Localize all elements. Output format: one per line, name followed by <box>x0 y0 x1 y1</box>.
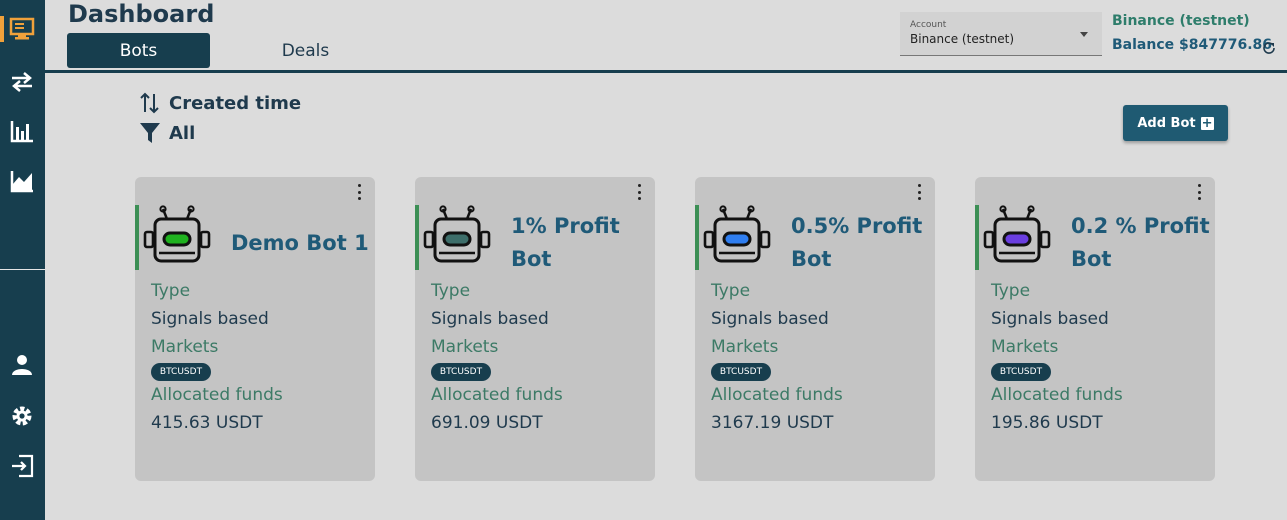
tab-bots[interactable]: Bots <box>67 33 210 68</box>
bar-chart-icon[interactable] <box>8 117 36 145</box>
tab-deals[interactable]: Deals <box>234 33 377 68</box>
logout-icon[interactable] <box>8 452 36 480</box>
page-title: Dashboard <box>68 0 215 28</box>
more-vert-icon[interactable] <box>1193 184 1205 200</box>
bot-name: 0.5% Profit Bot <box>791 214 923 271</box>
robot-icon <box>143 205 211 263</box>
bot-name: 0.2 % Profit Bot <box>1071 214 1210 271</box>
transfer-icon[interactable] <box>8 67 36 95</box>
user-icon[interactable] <box>8 351 36 379</box>
funds-label: Allocated funds <box>711 385 843 405</box>
bot-card[interactable]: 0.5% Profit Bot Type Signals based Marke… <box>695 177 935 481</box>
card-accent <box>975 205 979 270</box>
sort-label: Created time <box>169 92 302 114</box>
funds-value: 3167.19 USDT <box>711 413 834 433</box>
market-badge: BTCUSDT <box>431 363 491 381</box>
market-badge: BTCUSDT <box>151 363 211 381</box>
funds-value: 195.86 USDT <box>991 413 1103 433</box>
markets-label: Markets <box>991 337 1059 357</box>
sort-control[interactable]: Created time <box>139 91 301 115</box>
funds-label: Allocated funds <box>431 385 563 405</box>
filter-control[interactable]: All <box>139 121 195 145</box>
add-bot-label: Add Bot <box>1137 115 1196 131</box>
exchange-name: Binance (testnet) <box>1112 13 1250 29</box>
area-chart-icon[interactable] <box>8 167 36 195</box>
filter-icon <box>140 123 160 143</box>
type-value: Signals based <box>151 309 269 329</box>
market-badge: BTCUSDT <box>711 363 771 381</box>
header-divider <box>45 70 1287 73</box>
market-badge: BTCUSDT <box>991 363 1051 381</box>
account-select-value: Binance (testnet) <box>910 32 1015 46</box>
markets-label: Markets <box>711 337 779 357</box>
type-value: Signals based <box>991 309 1109 329</box>
bot-name: Demo Bot 1 <box>231 231 369 255</box>
type-label: Type <box>711 281 751 301</box>
monitor-icon[interactable] <box>8 15 36 43</box>
refresh-icon[interactable] <box>1261 40 1277 56</box>
funds-label: Allocated funds <box>991 385 1123 405</box>
active-indicator <box>0 16 4 42</box>
funds-label: Allocated funds <box>151 385 283 405</box>
card-accent <box>135 205 139 270</box>
filter-label: All <box>169 122 196 144</box>
more-vert-icon[interactable] <box>353 184 365 200</box>
type-label: Type <box>431 281 471 301</box>
type-value: Signals based <box>711 309 829 329</box>
funds-value: 415.63 USDT <box>151 413 263 433</box>
funds-value: 691.09 USDT <box>431 413 543 433</box>
markets-label: Markets <box>151 337 219 357</box>
more-vert-icon[interactable] <box>913 184 925 200</box>
robot-icon <box>703 205 771 263</box>
bot-card[interactable]: Demo Bot 1 Type Signals based Markets BT… <box>135 177 375 481</box>
sidebar-divider <box>0 269 45 270</box>
account-select-label: Account <box>910 20 947 30</box>
type-label: Type <box>991 281 1031 301</box>
sort-icon <box>140 92 159 114</box>
type-value: Signals based <box>431 309 549 329</box>
card-accent <box>695 205 699 270</box>
type-label: Type <box>151 281 191 301</box>
bot-card[interactable]: 0.2 % Profit Bot Type Signals based Mark… <box>975 177 1215 481</box>
more-vert-icon[interactable] <box>633 184 645 200</box>
markets-label: Markets <box>431 337 499 357</box>
chevron-down-icon <box>1080 32 1088 37</box>
robot-icon <box>983 205 1051 263</box>
add-bot-button[interactable]: Add Bot + <box>1123 105 1228 141</box>
robot-icon <box>423 205 491 263</box>
sidebar <box>0 0 45 520</box>
card-accent <box>415 205 419 270</box>
bot-name: 1% Profit Bot <box>511 214 620 271</box>
bot-card[interactable]: 1% Profit Bot Type Signals based Markets… <box>415 177 655 481</box>
plus-icon: + <box>1200 115 1214 131</box>
account-select[interactable]: Account Binance (testnet) <box>900 12 1102 56</box>
gear-icon[interactable] <box>8 402 36 430</box>
balance-text: Balance $847776.86 <box>1112 37 1272 53</box>
